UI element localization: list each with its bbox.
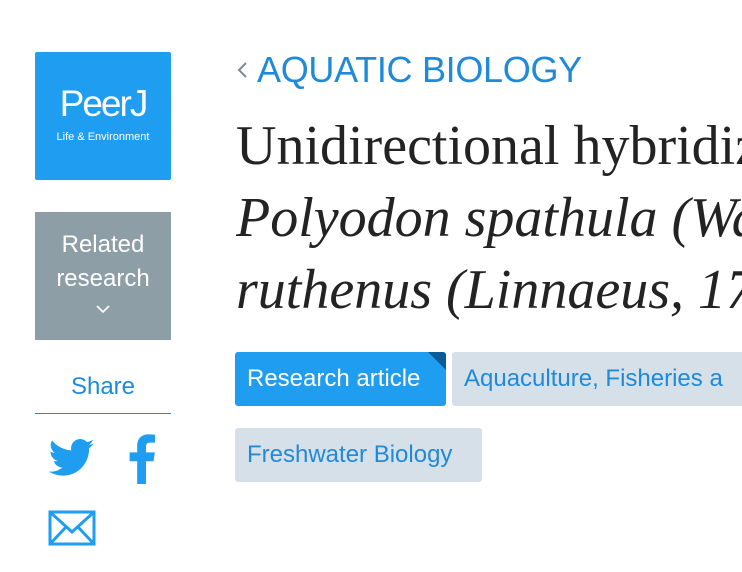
email-icon[interactable] (48, 508, 96, 548)
logo-brand: PeerJ (59, 83, 149, 124)
facebook-icon[interactable] (128, 434, 156, 484)
share-label: Share (70, 373, 136, 400)
share-divider (35, 413, 171, 414)
title-line-3: ruthenus (Linnaeus, 17 (236, 259, 742, 321)
breadcrumb[interactable]: AQUATIC BIOLOGY (235, 48, 582, 92)
peerj-logo[interactable]: PeerJ Life & Environment (35, 52, 171, 180)
related-label-line2: research (56, 265, 150, 292)
related-label-line1: Related (61, 231, 145, 258)
breadcrumb-label: AQUATIC BIOLOGY (257, 49, 582, 90)
logo-subtitle: Life & Environment (56, 131, 150, 143)
chevron-left-icon (235, 59, 249, 81)
article-title: Unidirectional hybridiz Polyodon spathul… (236, 110, 742, 326)
title-line-2: Polyodon spathula (Wa (236, 187, 742, 249)
twitter-icon[interactable] (48, 438, 95, 478)
related-research-button[interactable]: Related research (35, 212, 171, 340)
chevron-down-icon (35, 302, 171, 316)
title-line-1: Unidirectional hybridiz (236, 115, 742, 177)
subject-tag-aquaculture[interactable]: Aquaculture, Fisheries a (452, 352, 742, 406)
subject-tag-freshwater[interactable]: Freshwater Biology (235, 428, 482, 482)
article-type-tag[interactable]: Research article (235, 352, 446, 406)
